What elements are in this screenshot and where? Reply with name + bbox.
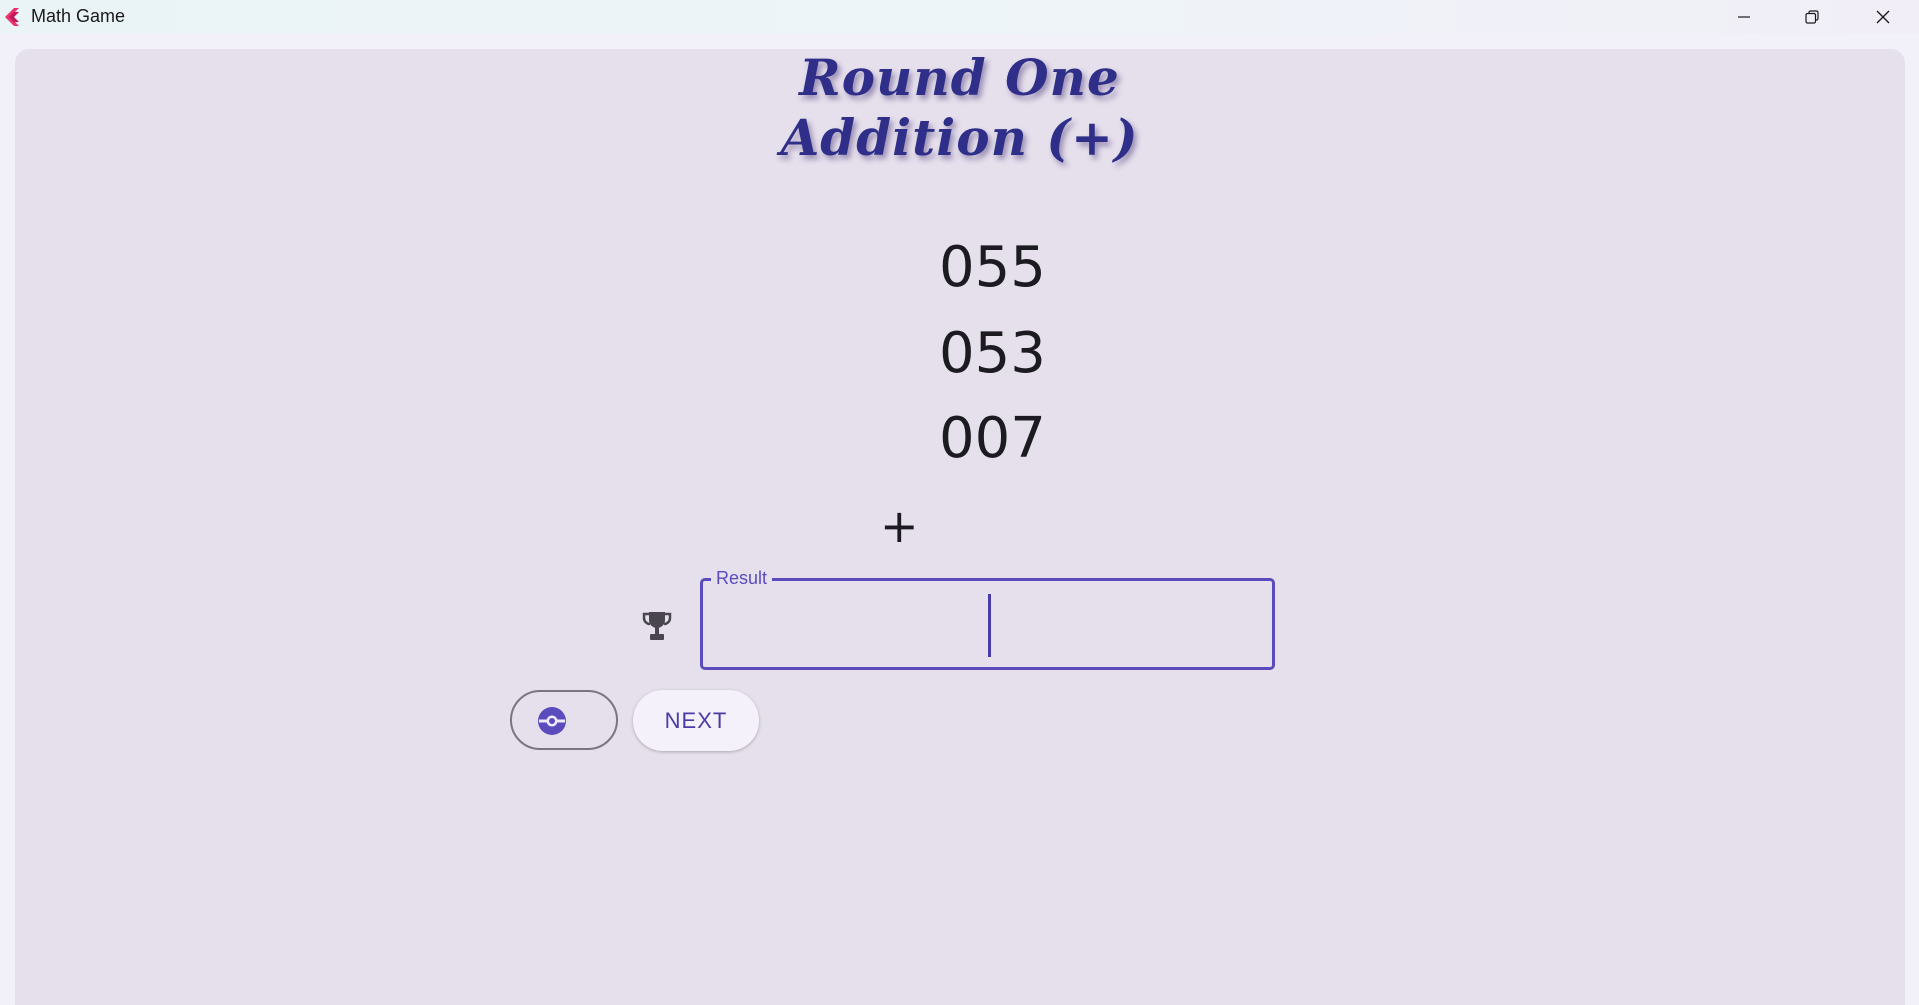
minimize-button[interactable] [1712, 0, 1776, 34]
game-panel [15, 49, 1905, 1005]
operand-1: 055 [939, 235, 1046, 300]
operation-title: Addition (+) [780, 108, 1139, 167]
text-caret [988, 594, 991, 657]
maximize-button[interactable] [1780, 0, 1844, 34]
close-icon [1876, 10, 1890, 24]
hint-button[interactable] [510, 690, 618, 750]
operand-3: 007 [939, 406, 1046, 471]
result-field[interactable]: Result [700, 568, 1276, 670]
flutter-app-icon [5, 8, 19, 26]
operator-sign: + [880, 499, 919, 553]
operand-2: 053 [939, 321, 1046, 386]
hint-icon [538, 707, 566, 735]
window-title: Math Game [31, 6, 126, 26]
app-window: Math Game Round One Addition (+) 055 053… [0, 0, 1919, 1005]
minimize-icon [1738, 16, 1750, 18]
close-button[interactable] [1851, 0, 1915, 34]
round-title: Round One [799, 48, 1120, 107]
next-button[interactable]: NEXT [633, 690, 759, 751]
title-bar[interactable]: Math Game [0, 0, 1919, 34]
restore-icon [1805, 10, 1819, 24]
trophy-icon [642, 612, 672, 640]
